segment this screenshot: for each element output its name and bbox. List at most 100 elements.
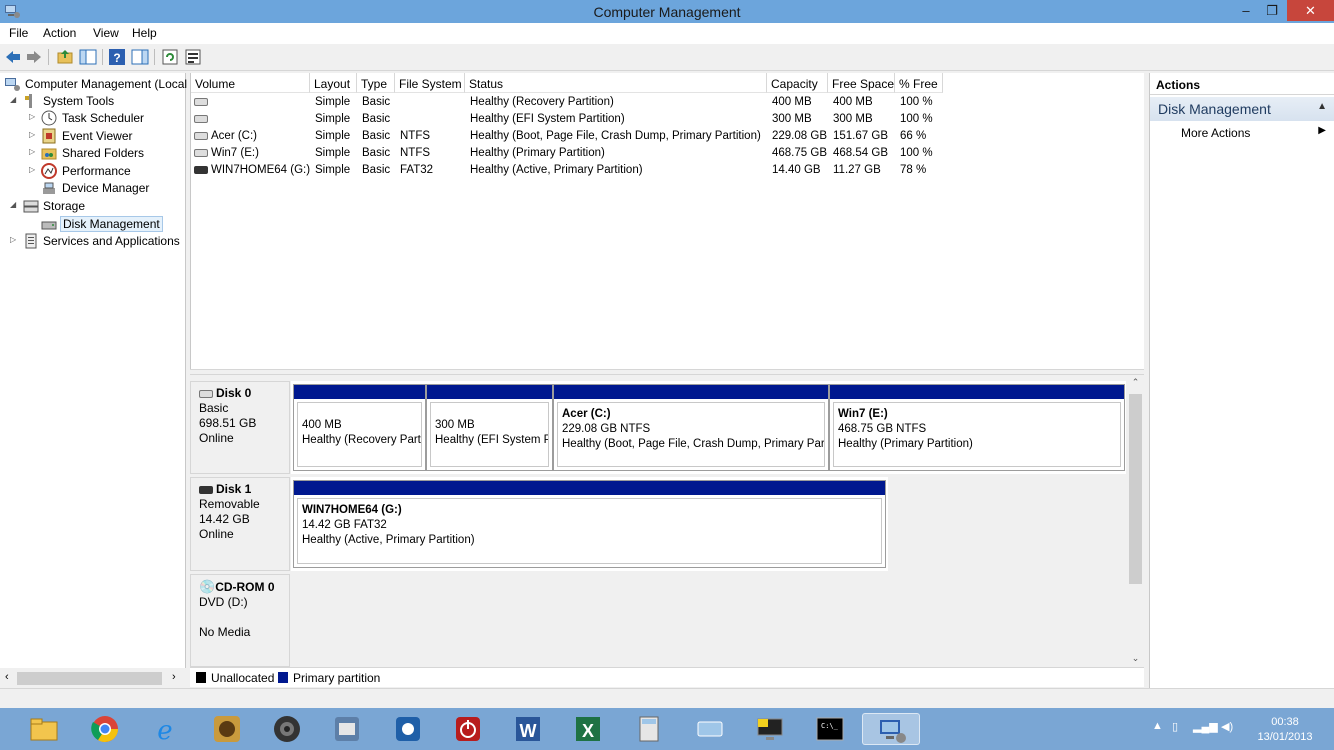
status-cell: Healthy (Active, Primary Partition) bbox=[470, 164, 643, 176]
file-system-cell: NTFS bbox=[400, 147, 431, 159]
app-icon[interactable] bbox=[694, 713, 726, 745]
scroll-right-icon[interactable]: › bbox=[172, 671, 176, 683]
partition-name: WIN7HOME64 (G:) bbox=[302, 504, 402, 516]
menu-action[interactable]: Action bbox=[43, 26, 76, 40]
up-folder-icon[interactable] bbox=[56, 48, 74, 66]
back-arrow-icon[interactable] bbox=[4, 48, 22, 66]
scroll-up-icon[interactable]: ⌃ bbox=[1127, 377, 1144, 391]
collapsed-arrow-icon[interactable]: ▷ bbox=[29, 112, 35, 121]
partition-win7home64-g[interactable]: WIN7HOME64 (G:) 14.42 GB FAT32 Healthy (… bbox=[293, 480, 886, 568]
monitor-app-icon[interactable] bbox=[754, 713, 786, 745]
tree-label: Task Scheduler bbox=[62, 111, 145, 125]
expanded-arrow-icon[interactable]: ◢ bbox=[10, 95, 16, 104]
percent-free-cell: 78 % bbox=[900, 164, 927, 176]
volume-cell: Acer (C:) bbox=[194, 130, 257, 142]
menu-file[interactable]: File bbox=[9, 26, 28, 40]
battery-icon[interactable]: ▯ bbox=[1172, 720, 1178, 733]
power-app-icon[interactable] bbox=[452, 713, 484, 745]
forward-arrow-icon[interactable] bbox=[25, 48, 43, 66]
table-row[interactable]: Simple Basic Healthy (EFI System Partiti… bbox=[191, 111, 1145, 128]
speaker-app-icon[interactable] bbox=[271, 713, 303, 745]
column-header-layout[interactable]: Layout bbox=[310, 73, 357, 93]
show-hidden-icons[interactable]: ▲ bbox=[1152, 720, 1163, 732]
minimize-button[interactable]: – bbox=[1233, 0, 1259, 21]
show-hide-action-pane-icon[interactable] bbox=[131, 48, 149, 66]
help-icon[interactable]: ? bbox=[108, 48, 126, 66]
chrome-icon[interactable] bbox=[89, 713, 121, 745]
tree-label: Computer Management (Local bbox=[25, 77, 188, 91]
column-header-volume[interactable]: Volume bbox=[191, 73, 310, 93]
disk-state: Online bbox=[199, 527, 234, 541]
close-button[interactable]: ✕ bbox=[1287, 0, 1334, 21]
scrollbar-thumb[interactable] bbox=[17, 672, 162, 685]
graphical-vertical-scrollbar[interactable]: ⌃ ⌄ bbox=[1127, 377, 1144, 667]
collapsed-arrow-icon[interactable]: ▷ bbox=[29, 147, 35, 156]
word-icon[interactable]: W bbox=[512, 713, 544, 745]
internet-explorer-icon[interactable]: e bbox=[149, 713, 181, 745]
console-tree: Computer Management (Local ◢ System Tool… bbox=[0, 73, 188, 668]
table-row[interactable]: Acer (C:) Simple Basic NTFS Healthy (Boo… bbox=[191, 128, 1145, 145]
type-cell: Basic bbox=[362, 164, 391, 176]
volume-icon[interactable]: ◀) bbox=[1221, 720, 1233, 733]
partition-efi[interactable]: 300 MB Healthy (EFI System P bbox=[426, 384, 553, 471]
calculator-icon[interactable] bbox=[633, 713, 665, 745]
free-space-cell: 400 MB bbox=[833, 96, 873, 108]
collapsed-arrow-icon[interactable]: ▷ bbox=[29, 165, 35, 174]
volume-cell bbox=[194, 113, 211, 125]
column-header-free-space[interactable]: Free Space bbox=[828, 73, 895, 93]
percent-free-cell: 100 % bbox=[900, 147, 933, 159]
disk-1-info[interactable]: Disk 1 Removable 14.42 GB Online bbox=[190, 477, 290, 571]
tree-label: Device Manager bbox=[62, 181, 150, 195]
tree-label: Performance bbox=[62, 164, 131, 178]
doc-app-icon[interactable] bbox=[331, 713, 363, 745]
collapsed-arrow-icon[interactable]: ▷ bbox=[10, 235, 16, 244]
pane-splitter[interactable] bbox=[190, 369, 1144, 375]
scroll-left-icon[interactable]: ‹ bbox=[5, 671, 9, 683]
file-explorer-icon[interactable] bbox=[28, 713, 60, 745]
drive-icon bbox=[194, 148, 208, 157]
table-row[interactable]: WIN7HOME64 (G:) Simple Basic FAT32 Healt… bbox=[191, 162, 1145, 179]
settings-app-icon[interactable] bbox=[392, 713, 424, 745]
maximize-button[interactable]: ❐ bbox=[1259, 0, 1285, 21]
expanded-arrow-icon[interactable]: ◢ bbox=[10, 200, 16, 209]
table-row[interactable]: Win7 (E:) Simple Basic NTFS Healthy (Pri… bbox=[191, 145, 1145, 162]
toolbar-separator bbox=[154, 49, 155, 65]
properties-icon[interactable] bbox=[184, 48, 202, 66]
command-prompt-icon[interactable]: C:\_ bbox=[814, 713, 846, 745]
scrollbar-thumb[interactable] bbox=[1129, 394, 1142, 584]
status-cell: Healthy (EFI System Partition) bbox=[470, 113, 625, 125]
actions-section-disk-management[interactable]: Disk Management ▲ bbox=[1150, 97, 1334, 121]
layout-cell: Simple bbox=[315, 147, 351, 159]
primary-partition-bar bbox=[294, 481, 885, 495]
drive-icon bbox=[194, 114, 208, 123]
partition-recovery[interactable]: 400 MB Healthy (Recovery Part bbox=[293, 384, 426, 471]
tree-horizontal-scrollbar[interactable]: ‹ › bbox=[0, 670, 186, 687]
column-header-capacity[interactable]: Capacity bbox=[767, 73, 828, 93]
type-cell: Basic bbox=[362, 130, 391, 142]
media-app-icon[interactable] bbox=[211, 713, 243, 745]
collapsed-arrow-icon[interactable]: ▷ bbox=[29, 130, 35, 139]
partition-size: 468.75 GB NTFS bbox=[838, 423, 927, 435]
column-header-type[interactable]: Type bbox=[357, 73, 395, 93]
network-signal-icon[interactable]: ▂▄▆ bbox=[1193, 720, 1218, 733]
toolbar-separator bbox=[102, 49, 103, 65]
menu-view[interactable]: View bbox=[93, 26, 119, 40]
show-hide-console-tree-icon[interactable] bbox=[79, 48, 97, 66]
refresh-icon[interactable] bbox=[161, 48, 179, 66]
column-header-status[interactable]: Status bbox=[465, 73, 767, 93]
column-header-file-system[interactable]: File System bbox=[395, 73, 465, 93]
table-row[interactable]: Simple Basic Healthy (Recovery Partition… bbox=[191, 94, 1145, 111]
collapse-caret-icon[interactable]: ▲ bbox=[1317, 101, 1327, 112]
menu-help[interactable]: Help bbox=[132, 26, 157, 40]
submenu-arrow-icon[interactable]: ▶ bbox=[1318, 125, 1326, 136]
column-header-percent-free[interactable]: % Free bbox=[895, 73, 943, 93]
excel-icon[interactable]: X bbox=[572, 713, 604, 745]
more-actions-item[interactable]: More Actions bbox=[1181, 126, 1250, 140]
partition-acer-c[interactable]: Acer (C:) 229.08 GB NTFS Healthy (Boot, … bbox=[553, 384, 829, 471]
computer-management-taskbar-button[interactable] bbox=[862, 713, 920, 745]
cdrom-0-info[interactable]: 💿CD-ROM 0 DVD (D:) No Media bbox=[190, 574, 290, 667]
system-clock[interactable]: 00:38 13/01/2013 bbox=[1250, 715, 1320, 745]
disk-0-info[interactable]: Disk 0 Basic 698.51 GB Online bbox=[190, 381, 290, 474]
partition-win7-e[interactable]: Win7 (E:) 468.75 GB NTFS Healthy (Primar… bbox=[829, 384, 1125, 471]
scroll-down-icon[interactable]: ⌄ bbox=[1127, 653, 1144, 667]
